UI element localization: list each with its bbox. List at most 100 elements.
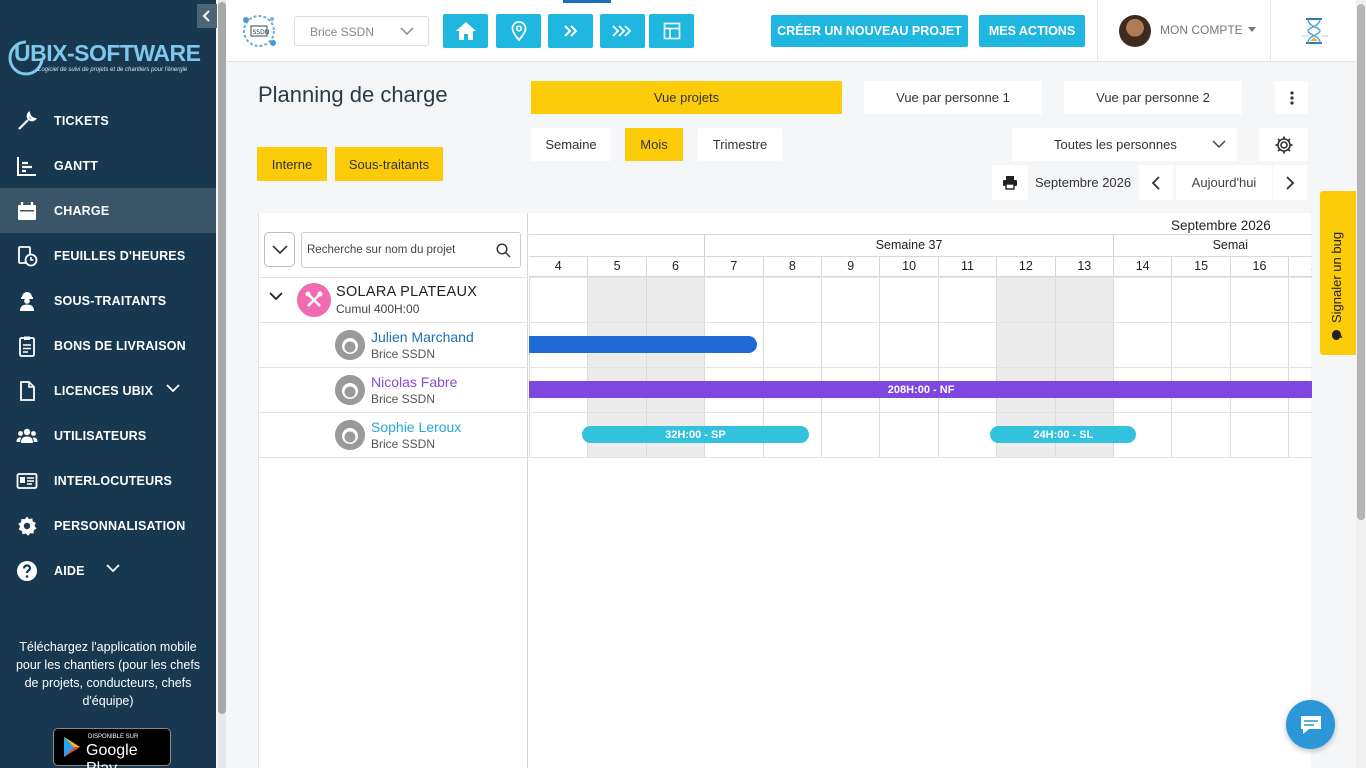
person-row[interactable]: Sophie Leroux Brice SSDN (259, 412, 528, 457)
timeline-day-label: 17 (1288, 257, 1312, 277)
today-button[interactable]: Aujourd'hui (1176, 165, 1272, 200)
sidebar-item-label: SOUS-TRAITANTS (54, 293, 167, 308)
tab-vue-personne-1[interactable]: Vue par personne 1 (864, 81, 1042, 114)
project-search-input[interactable]: Recherche sur nom du projet (301, 232, 521, 268)
charge-bar[interactable]: 24H:00 - SL (990, 426, 1137, 443)
my-actions-button[interactable]: MES ACTIONS (979, 15, 1085, 47)
sidebar-scrollbar-thumb[interactable] (218, 2, 226, 714)
sidebar-item-utilisateurs[interactable]: UTILISATEURS (0, 413, 216, 458)
timeline-day-label: 9 (821, 257, 880, 277)
caret-down-icon (1247, 27, 1256, 32)
project-row[interactable]: SOLARA PLATEAUX Cumul 400H:00 (259, 277, 528, 322)
sidebar-item-licences-ubix[interactable]: LICENCES UBIX (0, 368, 216, 413)
chevron-down-icon (271, 244, 288, 254)
next-period-button[interactable] (1273, 165, 1307, 200)
company-logo-text: SSDN (253, 29, 270, 36)
home-button[interactable] (443, 14, 488, 48)
planning-grid: Recherche sur nom du projet SOLARA PLATE… (258, 213, 1312, 768)
clipboard-icon (16, 335, 38, 357)
sidebar-item-charge[interactable]: CHARGE (0, 188, 216, 233)
chevron-down-icon[interactable] (269, 292, 283, 302)
person-row[interactable]: Julien Marchand Brice SSDN (259, 322, 528, 367)
settings-button[interactable] (1259, 128, 1308, 161)
print-button[interactable] (992, 165, 1028, 200)
period-trimestre-button[interactable]: Trimestre (698, 128, 782, 161)
calendar-icon (16, 200, 38, 222)
create-project-button[interactable]: CRÉER UN NOUVEAU PROJET (771, 15, 968, 47)
filter-sous-traitants-button[interactable]: Sous-traitants (335, 147, 443, 181)
previous-period-button[interactable] (1139, 165, 1173, 200)
contact-card-icon (16, 470, 38, 492)
timeline-row-divider (529, 367, 1312, 368)
sidebar-item-label: INTERLOCUTEURS (54, 473, 173, 488)
charge-bar[interactable]: 208H:00 - NF (529, 381, 1312, 398)
timeline-day-label: 10 (879, 257, 938, 277)
triple-chevron-right-icon (611, 25, 631, 37)
current-month-label: Septembre 2026 (1035, 175, 1132, 190)
chat-button[interactable] (1286, 700, 1335, 749)
person-row[interactable]: Nicolas Fabre Brice SSDN (259, 367, 528, 412)
person-name[interactable]: Sophie Leroux (371, 419, 461, 435)
person-avatar-icon (335, 375, 365, 405)
company-logo[interactable]: SSDN (238, 10, 280, 52)
timeline-week-header (529, 235, 705, 257)
person-avatar-icon (335, 420, 365, 450)
divider (1097, 0, 1098, 62)
ubix-logo[interactable]: UBIX-SOFTWARE Logiciel de suivi de proje… (6, 38, 212, 80)
page-scrollbar-thumb[interactable] (1357, 4, 1365, 520)
tab-vue-personne-2[interactable]: Vue par personne 2 (1064, 81, 1242, 114)
page-scrollbar[interactable] (1356, 0, 1366, 768)
timeline-week-header: Semaine 37 (704, 235, 1113, 257)
persons-select[interactable]: Toutes les personnes (1012, 128, 1237, 161)
sidebar-item-label: FEUILLES D'HEURES (54, 248, 186, 263)
play-store-icon (64, 737, 80, 757)
sidebar-item-personnalisation[interactable]: PERSONNALISATION (0, 503, 216, 548)
period-mois-button[interactable]: Mois (625, 128, 683, 161)
report-bug-label: Signaler un bug (1329, 231, 1344, 323)
sidebar-item-gantt[interactable]: GANTT (0, 143, 216, 188)
file-icon (16, 380, 38, 402)
hourglass-button[interactable] (1298, 16, 1330, 51)
search-placeholder: Recherche sur nom du projet (307, 244, 456, 256)
sidebar-item-label: BONS DE LIVRAISON (54, 338, 186, 353)
expand-all-button[interactable] (264, 232, 295, 267)
sidebar-item-label: AIDE (54, 563, 85, 578)
filter-interne-button[interactable]: Interne (257, 147, 327, 181)
report-bug-tab[interactable]: Signaler un bug (1320, 191, 1356, 355)
charge-bar[interactable]: 32H:00 - SP (581, 426, 810, 443)
sidebar-item-aide[interactable]: AIDE (0, 548, 216, 593)
person-company: Brice SSDN (371, 392, 436, 406)
person-company: Brice SSDN (371, 437, 436, 451)
logo-subtitle: Logiciel de suivi de projets et de chant… (38, 67, 188, 73)
sidebar-item-sous-traitants[interactable]: SOUS-TRAITANTS (0, 278, 216, 323)
chevron-right-icon (1286, 175, 1295, 190)
sidebar-item-bons-de-livraison[interactable]: BONS DE LIVRAISON (0, 323, 216, 368)
chevron-left-icon (202, 10, 210, 22)
google-play-badge[interactable]: DISPONIBLE SUR Google Play (53, 728, 171, 768)
page-title: Planning de charge (258, 82, 448, 107)
charge-bar[interactable] (529, 336, 757, 353)
user-avatar[interactable] (1119, 15, 1151, 47)
table-view-button[interactable] (649, 14, 694, 48)
person-name[interactable]: Julien Marchand (371, 329, 474, 345)
sidebar-item-interlocuteurs[interactable]: INTERLOCUTEURS (0, 458, 216, 503)
worker-icon (16, 290, 38, 312)
person-name[interactable]: Nicolas Fabre (371, 374, 457, 390)
sidebar-item-label: CHARGE (54, 203, 110, 218)
more-options-button[interactable] (1275, 81, 1308, 114)
collapse-sidebar-button[interactable] (197, 4, 217, 28)
sidebar-item-label: GANTT (54, 158, 99, 173)
double-chevron-button[interactable] (548, 14, 593, 48)
tab-vue-projets[interactable]: Vue projets (531, 81, 842, 114)
period-semaine-button[interactable]: Semaine (531, 128, 611, 161)
sidebar-item-tickets[interactable]: TICKETS (0, 98, 216, 143)
sidebar-scrollbar[interactable] (218, 0, 226, 768)
gear-icon (1275, 136, 1292, 153)
company-select[interactable]: Brice SSDN (294, 16, 429, 46)
sidebar-item-feuilles-d-heures[interactable]: FEUILLES D'HEURES (0, 233, 216, 278)
account-menu[interactable]: MON COMPTE (1160, 23, 1256, 37)
chat-icon (1300, 715, 1321, 734)
triple-chevron-button[interactable] (600, 14, 645, 48)
map-location-button[interactable] (496, 14, 541, 48)
project-tools-icon (297, 283, 331, 317)
